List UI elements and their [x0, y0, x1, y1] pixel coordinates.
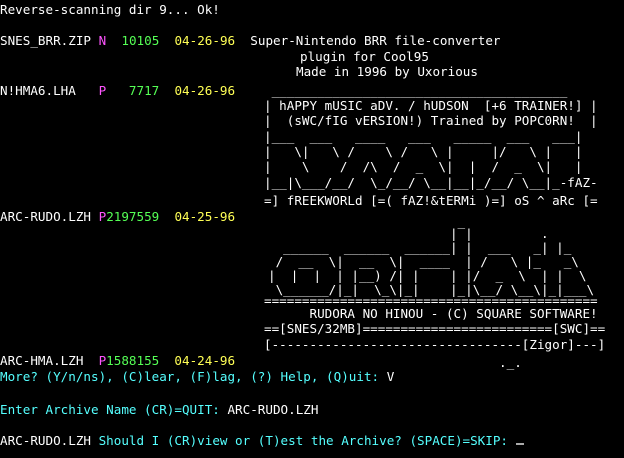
file-description-line: / __ \| __ \| ____ | / \ |_ _\ — [268, 254, 579, 269]
file-date: 04-26-96 — [174, 83, 236, 98]
file-description-line: Made in 1996 by Uxorious — [296, 64, 478, 79]
file-description-line: | \ / /\ / _ \| | / _ \| | — [264, 159, 583, 174]
file-name[interactable]: ARC-RUDO.LZH — [0, 209, 91, 224]
status-line: Reverse-scanning dir 9... Ok! — [0, 2, 220, 17]
file-description-line: =] fREEKWORLd [=( fAZ!&tERMi )=] oS ^ aR… — [264, 193, 598, 208]
file-description-line: _______________________________________ — [264, 83, 568, 98]
file-flag: N — [98, 33, 107, 48]
file-description-line: |___ ___ ____ ___ _____ ___ ___| — [264, 129, 583, 144]
file-description-line: |__|\___/__/ \_/__/ \__|__|_/__/ \__|_-f… — [264, 175, 598, 190]
archive-name-input[interactable]: ARC-RUDO.LZH — [227, 402, 318, 417]
file-entry[interactable]: ARC-HMA.LZH P1588155 04-24-96 — [0, 353, 235, 368]
file-description-line: RUDORA NO HINOU - (C) SQUARE SOFTWARE! — [264, 306, 598, 321]
file-name[interactable]: SNES_BRR.ZIP — [0, 33, 91, 48]
file-flag: P — [98, 83, 107, 98]
archive-name-label: Enter Archive Name (CR)=QUIT: — [0, 402, 228, 417]
file-date: 04-25-96 — [174, 209, 236, 224]
file-description-line: [---------------------------------[Zigor… — [264, 337, 606, 352]
file-description-line: ._. — [264, 355, 522, 370]
file-description-line: ______ ______ ______| | ___ _| |_ — [268, 240, 572, 255]
more-prompt-text: More? (Y/n/ns), (C)lear, (F)lag, (?) Hel… — [0, 369, 387, 384]
file-size: 10105 — [121, 33, 160, 48]
file-size: 2197559 — [106, 209, 160, 224]
action-archive-name: ARC-RUDO.LZH — [0, 433, 91, 448]
file-name[interactable]: ARC-HMA.LZH — [0, 353, 83, 368]
archive-name-prompt[interactable]: Enter Archive Name (CR)=QUIT: ARC-RUDO.L… — [0, 402, 318, 417]
file-entry[interactable]: SNES_BRR.ZIP N 10105 04-26-96 Super-Nint… — [0, 33, 501, 48]
file-date: 04-24-96 — [174, 353, 236, 368]
file-description-line: | | . — [268, 226, 549, 241]
terminal-screen: Reverse-scanning dir 9... Ok! SNES_BRR.Z… — [0, 0, 624, 458]
file-entry[interactable]: ARC-RUDO.LZH P2197559 04-25-96 — [0, 209, 235, 224]
file-name[interactable]: N!HMA6.LHA — [0, 83, 76, 98]
action-prompt[interactable]: ARC-RUDO.LZH Should I (CR)view or (T)est… — [0, 433, 524, 448]
file-entry[interactable]: N!HMA6.LHA P 7717 04-26-96 — [0, 83, 235, 98]
file-description-line: plugin for Cool95 — [300, 49, 429, 64]
file-size: 1588155 — [106, 353, 160, 368]
file-description-line: | (sWC/fIG vERSION!) Trained by POPC0RN!… — [264, 113, 598, 128]
more-prompt[interactable]: More? (Y/n/ns), (C)lear, (F)lag, (?) Hel… — [0, 369, 394, 384]
file-description-line: | | | | |__) /| | | |/ _ \ | | \ — [268, 268, 587, 283]
action-prompt-text: Should I (CR)view or (T)est the Archive?… — [91, 433, 516, 448]
file-description-line: | \| \ / \ / \ | |/ \ | | — [264, 144, 583, 159]
file-size: 7717 — [128, 83, 160, 98]
file-date: 04-26-96 — [174, 33, 236, 48]
file-description-line: Super-Nintendo BRR file-converter — [250, 33, 501, 48]
file-description-line: | hAPPY mUSIC aDV. / hUDSON [+6 TRAINER!… — [264, 98, 598, 113]
more-prompt-answer[interactable]: V — [387, 369, 395, 384]
text-cursor[interactable] — [515, 443, 524, 445]
file-description-line: ==[SNES/32MB]=========================[S… — [264, 321, 606, 336]
